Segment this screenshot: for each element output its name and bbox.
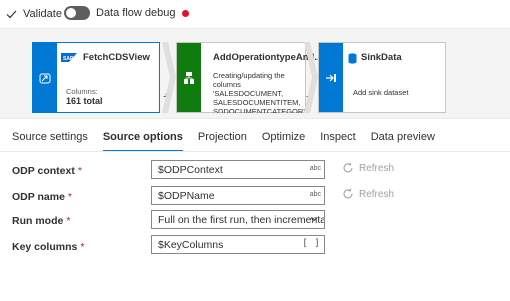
- data-flow-debug-toggle[interactable]: Data flow debug: [64, 6, 189, 20]
- run-mode-label-text: Run mode: [12, 215, 64, 227]
- svg-text:SAP: SAP: [63, 56, 74, 62]
- key-columns-value: $KeyColumns: [158, 239, 224, 251]
- flow-connector-icon: [304, 42, 318, 113]
- odp-context-label: ODP context *: [12, 165, 82, 177]
- tab-divider: [0, 151, 510, 152]
- columns-count: 161 total: [66, 96, 103, 106]
- required-marker: *: [67, 191, 73, 203]
- refresh-label: Refresh: [359, 162, 395, 174]
- checkmark-icon: [6, 10, 17, 18]
- run-mode-label: Run mode *: [12, 215, 70, 227]
- source-strip: [33, 43, 57, 112]
- odp-context-input[interactable]: $ODPContext abc: [151, 160, 325, 179]
- node-fetch-cds-view[interactable]: SAP FetchCDSView Columns: 161 total: [32, 42, 160, 113]
- sap-source-icon: SAP: [61, 53, 77, 62]
- key-columns-label-text: Key columns: [12, 241, 78, 253]
- refresh-icon: [343, 188, 353, 199]
- array-type-badge: [ ]: [301, 238, 320, 249]
- string-type-badge: abc: [309, 191, 321, 198]
- odp-name-refresh-button[interactable]: Refresh: [342, 188, 394, 200]
- required-marker: *: [66, 215, 71, 227]
- node-description: Add sink dataset: [353, 88, 409, 97]
- data-flow-debug-label: Data flow debug: [96, 7, 176, 19]
- transform-strip: [177, 43, 201, 112]
- node-sink-data[interactable]: SinkData Add sink dataset: [318, 42, 446, 113]
- odp-name-input[interactable]: $ODPName abc: [151, 186, 325, 205]
- sink-database-icon: [348, 53, 357, 64]
- odp-context-value: $ODPContext: [158, 164, 223, 176]
- sink-arrow-icon: [326, 73, 336, 82]
- validate-label: Validate: [23, 8, 62, 20]
- required-marker: *: [80, 241, 85, 253]
- data-flow-canvas[interactable]: SAP FetchCDSView Columns: 161 total + Ad…: [0, 28, 510, 119]
- odp-context-label-text: ODP context: [12, 165, 75, 177]
- odp-name-value: $ODPName: [158, 190, 215, 202]
- debug-status-dot: [181, 9, 189, 17]
- refresh-label: Refresh: [359, 188, 395, 200]
- key-columns-label: Key columns *: [12, 241, 84, 253]
- sink-strip: [319, 43, 343, 112]
- string-type-badge: abc: [309, 165, 321, 172]
- toggle-switch[interactable]: [64, 6, 90, 20]
- odp-name-label: ODP name *: [12, 191, 72, 203]
- node-add-operation-type[interactable]: AddOperationtypeAnd... Creating/updating…: [176, 42, 322, 113]
- source-arrow-icon: [39, 73, 51, 83]
- columns-label: Columns:: [66, 87, 98, 96]
- flow-connector-icon: [162, 42, 176, 113]
- node-description: Creating/updating the columns 'SALESDOCU…: [213, 71, 305, 113]
- refresh-icon: [343, 162, 353, 173]
- node-title: FetchCDSView: [83, 52, 150, 63]
- run-mode-select[interactable]: Full on the first run, then incremental: [151, 210, 325, 229]
- odp-context-refresh-button[interactable]: Refresh: [342, 162, 394, 174]
- run-mode-value: Full on the first run, then incremental: [158, 214, 325, 226]
- chevron-down-icon: [310, 217, 318, 222]
- odp-name-label-text: ODP name: [12, 191, 65, 203]
- toolbar: Validate Data flow debug: [0, 0, 510, 30]
- validate-button[interactable]: Validate: [6, 8, 62, 20]
- derived-column-icon: [184, 71, 194, 84]
- required-marker: *: [77, 165, 82, 177]
- node-title: SinkData: [361, 52, 402, 63]
- key-columns-input[interactable]: $KeyColumns [ ]: [151, 235, 325, 254]
